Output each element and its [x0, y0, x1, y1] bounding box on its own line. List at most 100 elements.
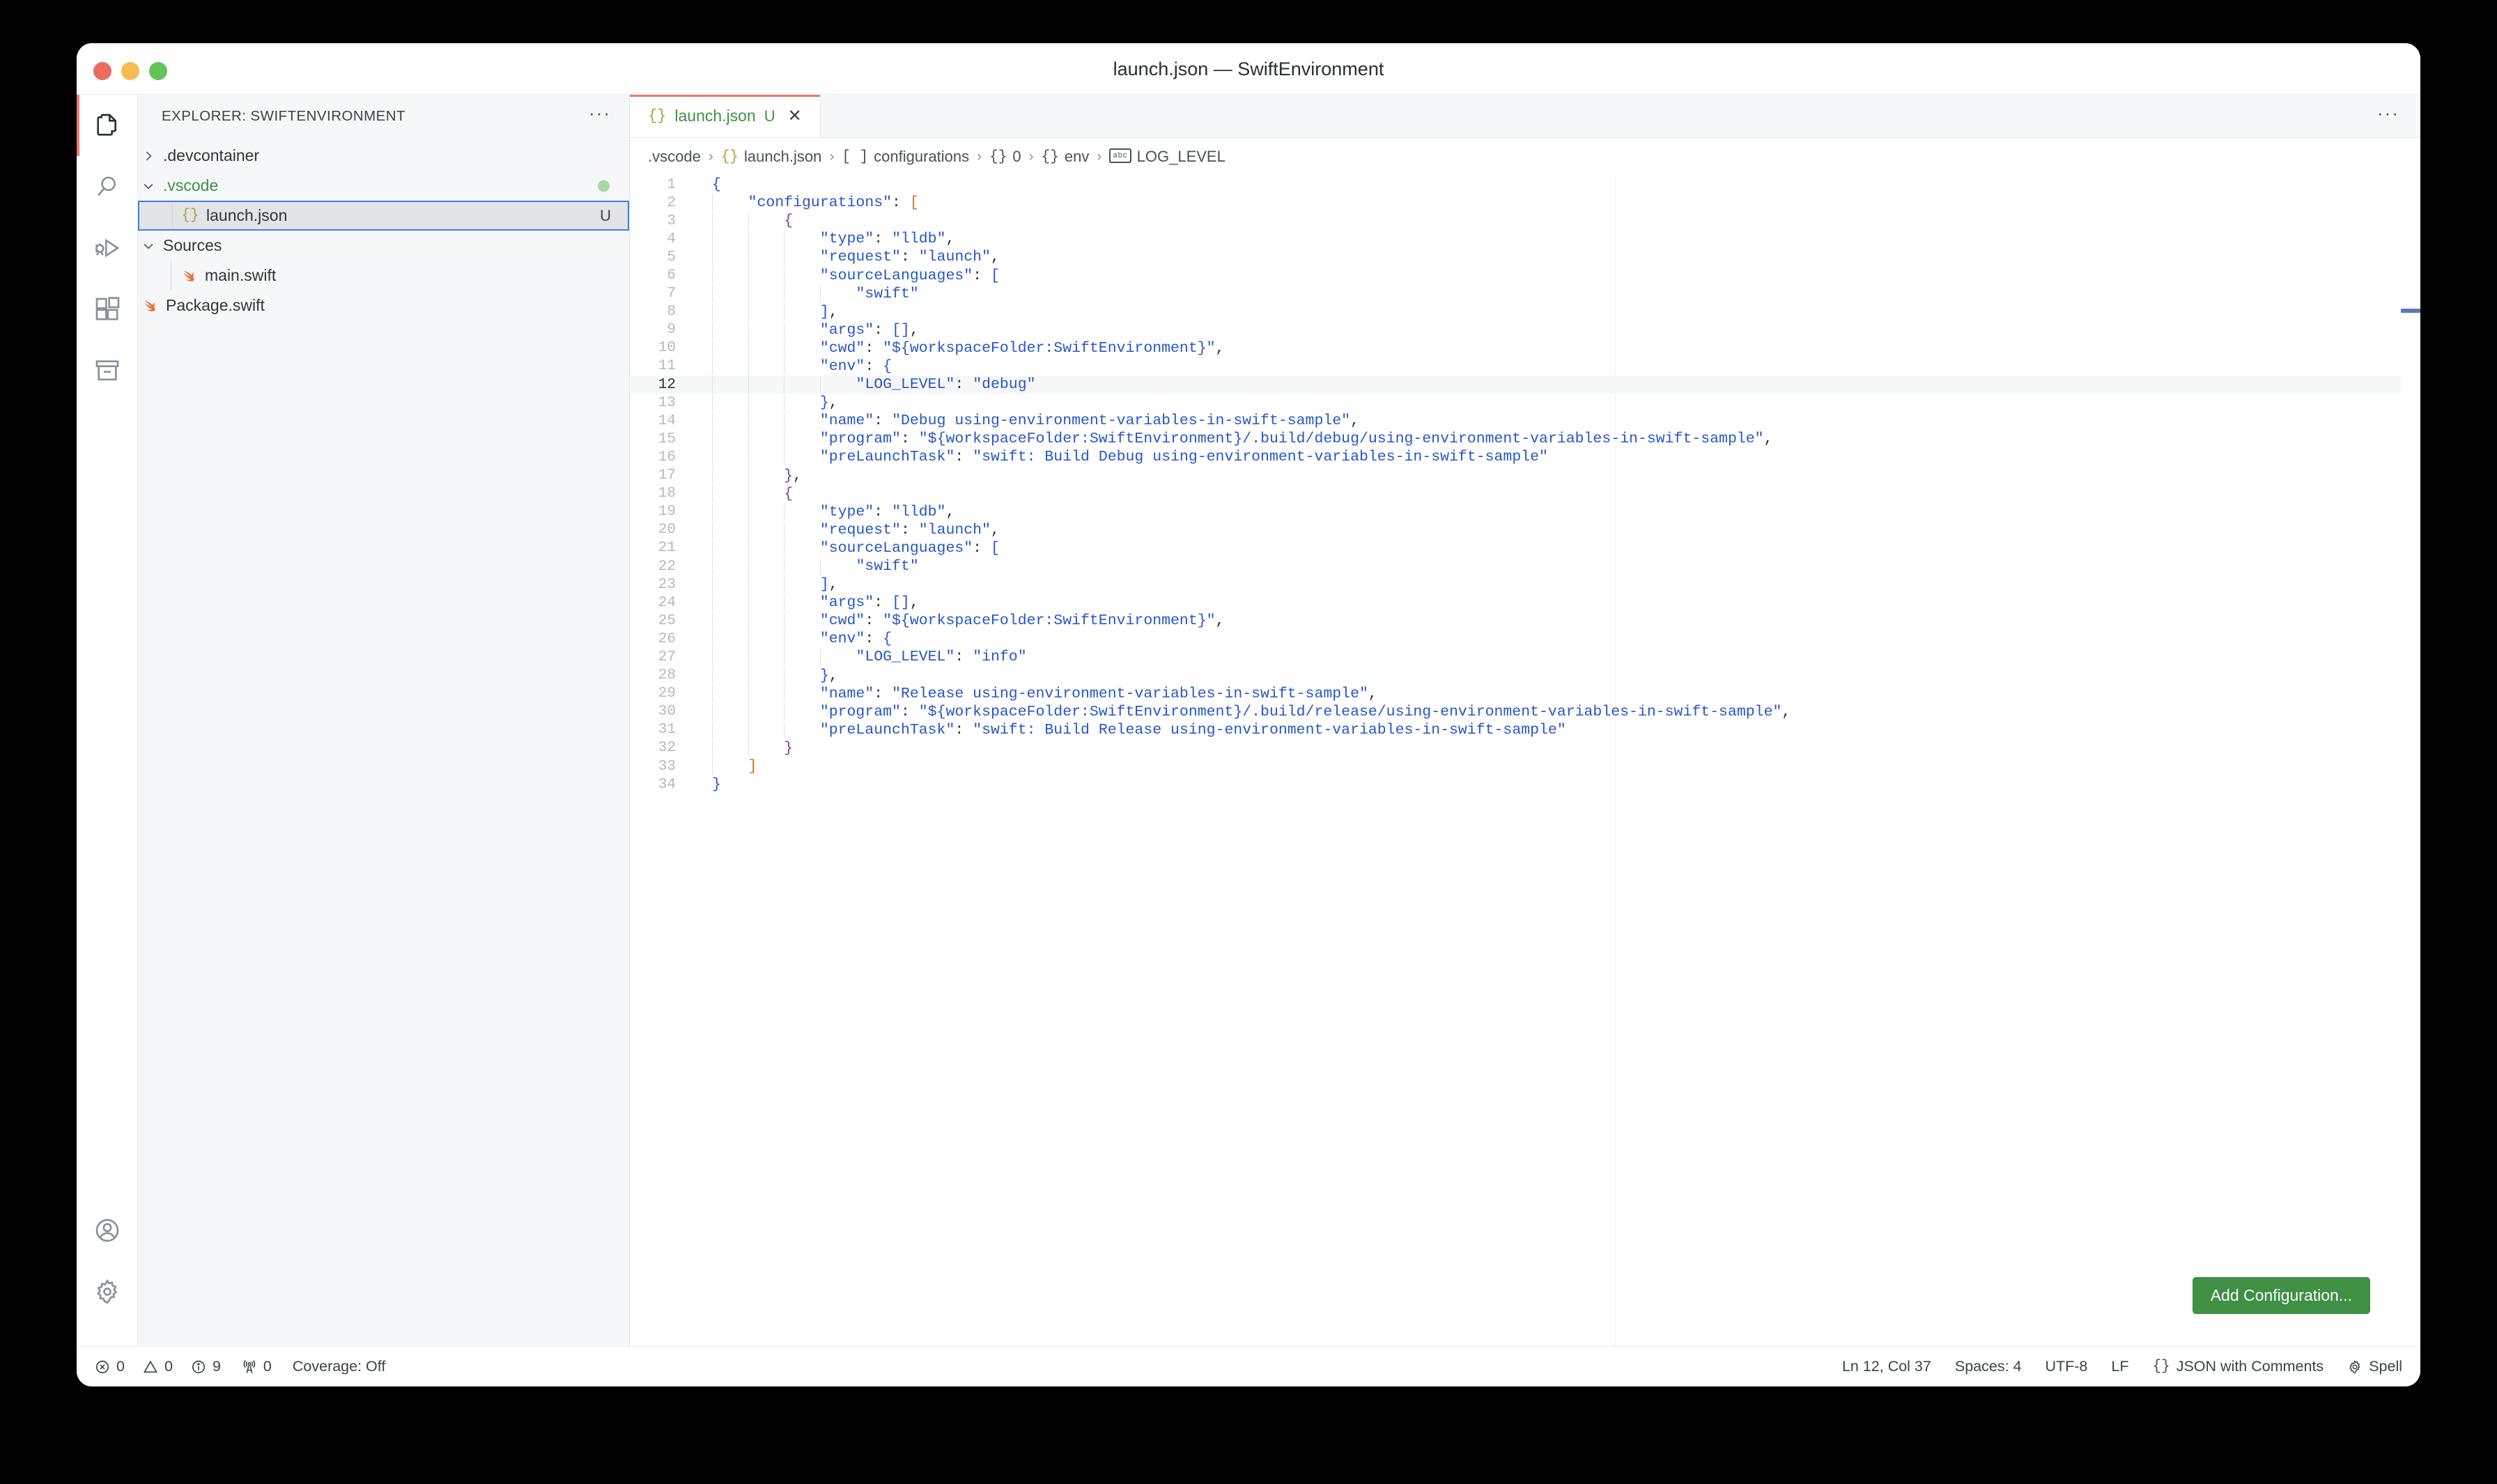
gear-icon	[93, 1278, 121, 1306]
status-problems[interactable]: 0 0 9	[95, 1358, 221, 1375]
breadcrumb-item-configurations[interactable]: [ ] configurations	[842, 148, 969, 166]
line-content: "sourceLanguages": [	[694, 539, 1000, 557]
vscode-window: launch.json — SwiftEnvironment EXPLORER:…	[77, 43, 2420, 1386]
code-line-4[interactable]: 4 "type": "lldb",	[630, 230, 2420, 248]
cursor-overview-marker	[2401, 309, 2420, 313]
line-content: },	[694, 467, 802, 484]
code-line-30[interactable]: 30 "program": "${workspaceFolder:SwiftEn…	[630, 703, 2420, 721]
status-ports[interactable]: 0	[242, 1358, 272, 1375]
line-number: 6	[667, 268, 676, 284]
chevron-down-icon[interactable]	[138, 239, 159, 253]
status-indentation[interactable]: Spaces: 4	[1955, 1358, 2022, 1375]
status-language-mode[interactable]: {} JSON with Comments	[2153, 1358, 2324, 1375]
code-line-6[interactable]: 6 "sourceLanguages": [	[630, 266, 2420, 284]
code-line-29[interactable]: 29 "name": "Release using-environment-va…	[630, 685, 2420, 703]
code-line-25[interactable]: 25 "cwd": "${workspaceFolder:SwiftEnviro…	[630, 612, 2420, 630]
swift-file-icon	[138, 298, 162, 314]
activitybar-item-source-control-archive[interactable]	[77, 340, 138, 401]
tab-launch-json[interactable]: {} launch.json U ✕	[630, 95, 821, 137]
activitybar-item-explorer[interactable]	[77, 95, 138, 156]
chevron-right-icon[interactable]	[138, 149, 159, 163]
activitybar-item-search[interactable]	[77, 156, 138, 217]
code-line-9[interactable]: 9 "args": [],	[630, 321, 2420, 339]
code-line-16[interactable]: 16 "preLaunchTask": "swift: Build Debug …	[630, 448, 2420, 466]
line-content: "cwd": "${workspaceFolder:SwiftEnvironme…	[694, 339, 1224, 357]
code-line-5[interactable]: 5 "request": "launch",	[630, 248, 2420, 266]
breadcrumb-label: env	[1064, 148, 1090, 165]
overview-ruler[interactable]	[2401, 176, 2420, 1346]
status-cursor-position[interactable]: Ln 12, Col 37	[1842, 1358, 1931, 1375]
status-coverage[interactable]: Coverage: Off	[293, 1358, 385, 1375]
code-line-28[interactable]: 28 },	[630, 667, 2420, 685]
code-line-23[interactable]: 23 ],	[630, 575, 2420, 594]
code-line-32[interactable]: 32 }	[630, 739, 2420, 757]
line-number: 9	[667, 322, 676, 339]
editor-more-actions-button[interactable]: ···	[2377, 104, 2399, 123]
tree-item-sources[interactable]: Sources	[138, 231, 629, 261]
code-line-18[interactable]: 18 {	[630, 485, 2420, 503]
code-line-15[interactable]: 15 "program": "${workspaceFolder:SwiftEn…	[630, 430, 2420, 448]
status-spell-checker[interactable]: Spell	[2347, 1358, 2402, 1375]
code-line-11[interactable]: 11 "env": {	[630, 357, 2420, 376]
line-number: 27	[658, 649, 676, 665]
line-content: "LOG_LEVEL": "debug"	[694, 376, 1036, 394]
object-type-icon: {}	[989, 148, 1007, 165]
status-eol[interactable]: LF	[2111, 1358, 2128, 1375]
code-line-31[interactable]: 31 "preLaunchTask": "swift: Build Releas…	[630, 721, 2420, 739]
code-line-3[interactable]: 3 {	[630, 212, 2420, 230]
breadcrumb-item--vscode[interactable]: .vscode	[648, 148, 701, 166]
code-line-17[interactable]: 17 },	[630, 467, 2420, 485]
line-content: "program": "${workspaceFolder:SwiftEnvir…	[694, 431, 1772, 448]
tree-item--vscode[interactable]: .vscode	[138, 171, 629, 201]
code-line-33[interactable]: 33 ]	[630, 757, 2420, 775]
tree-item--devcontainer[interactable]: .devcontainer	[138, 141, 629, 171]
code-line-2[interactable]: 2 "configurations": [	[630, 194, 2420, 212]
code-line-14[interactable]: 14 "name": "Debug using-environment-vari…	[630, 412, 2420, 430]
add-configuration-button[interactable]: Add Configuration...	[2192, 1277, 2370, 1314]
activitybar-item-accounts[interactable]	[77, 1200, 138, 1261]
window-title: launch.json — SwiftEnvironment	[1113, 59, 1384, 79]
line-content: "program": "${workspaceFolder:SwiftEnvir…	[694, 703, 1791, 720]
line-content: "swift"	[694, 558, 919, 575]
code-line-34[interactable]: 34}	[630, 775, 2420, 794]
info-icon	[191, 1359, 206, 1375]
line-number: 31	[658, 722, 676, 739]
line-content: "type": "lldb",	[694, 231, 954, 248]
chevron-down-icon[interactable]	[138, 179, 159, 193]
code-line-24[interactable]: 24 "args": [],	[630, 594, 2420, 612]
indent-guide	[172, 202, 173, 229]
code-line-26[interactable]: 26 "env": {	[630, 630, 2420, 648]
code-line-27[interactable]: 27 "LOG_LEVEL": "info"	[630, 648, 2420, 666]
activitybar-item-run-and-debug[interactable]	[77, 217, 138, 279]
extensions-icon	[93, 295, 121, 323]
account-icon	[93, 1216, 121, 1244]
code-line-21[interactable]: 21 "sourceLanguages": [	[630, 539, 2420, 557]
line-number: 34	[658, 776, 676, 793]
tree-item-launch-json[interactable]: {} launch.json U	[138, 201, 629, 231]
status-encoding[interactable]: UTF-8	[2045, 1358, 2087, 1375]
tree-item-main-swift[interactable]: main.swift	[138, 261, 629, 291]
code-line-19[interactable]: 19 "type": "lldb",	[630, 503, 2420, 521]
line-content: {	[694, 212, 793, 230]
code-line-12[interactable]: 12 "LOG_LEVEL": "debug"	[630, 376, 2420, 394]
sidebar-more-actions-button[interactable]: ···	[589, 104, 611, 123]
code-line-20[interactable]: 20 "request": "launch",	[630, 521, 2420, 539]
line-content: {	[694, 485, 793, 502]
activitybar-item-extensions[interactable]	[77, 279, 138, 340]
tree-item-package-swift[interactable]: Package.swift	[138, 291, 629, 320]
activitybar-item-manage-settings[interactable]	[77, 1261, 138, 1322]
code-line-22[interactable]: 22 "swift"	[630, 557, 2420, 575]
line-number: 25	[658, 612, 676, 629]
status-bar-left: 0 0 9 0 Coverage: Off	[77, 1358, 385, 1375]
code-line-13[interactable]: 13 },	[630, 394, 2420, 412]
code-line-8[interactable]: 8 ],	[630, 303, 2420, 321]
breadcrumb-item-log-level[interactable]: abc LOG_LEVEL	[1109, 148, 1226, 166]
code-line-1[interactable]: 1{	[630, 176, 2420, 194]
code-line-7[interactable]: 7 "swift"	[630, 285, 2420, 303]
code-editor[interactable]: 1{2 "configurations": [3 {4 "type": "lld…	[630, 176, 2420, 1346]
breadcrumb-item-env[interactable]: {} env	[1042, 148, 1090, 166]
code-line-10[interactable]: 10 "cwd": "${workspaceFolder:SwiftEnviro…	[630, 339, 2420, 357]
breadcrumb-item-launch-json[interactable]: {} launch.json	[721, 148, 822, 166]
breadcrumb-item-0[interactable]: {} 0	[989, 148, 1021, 166]
close-icon[interactable]: ✕	[784, 106, 806, 126]
